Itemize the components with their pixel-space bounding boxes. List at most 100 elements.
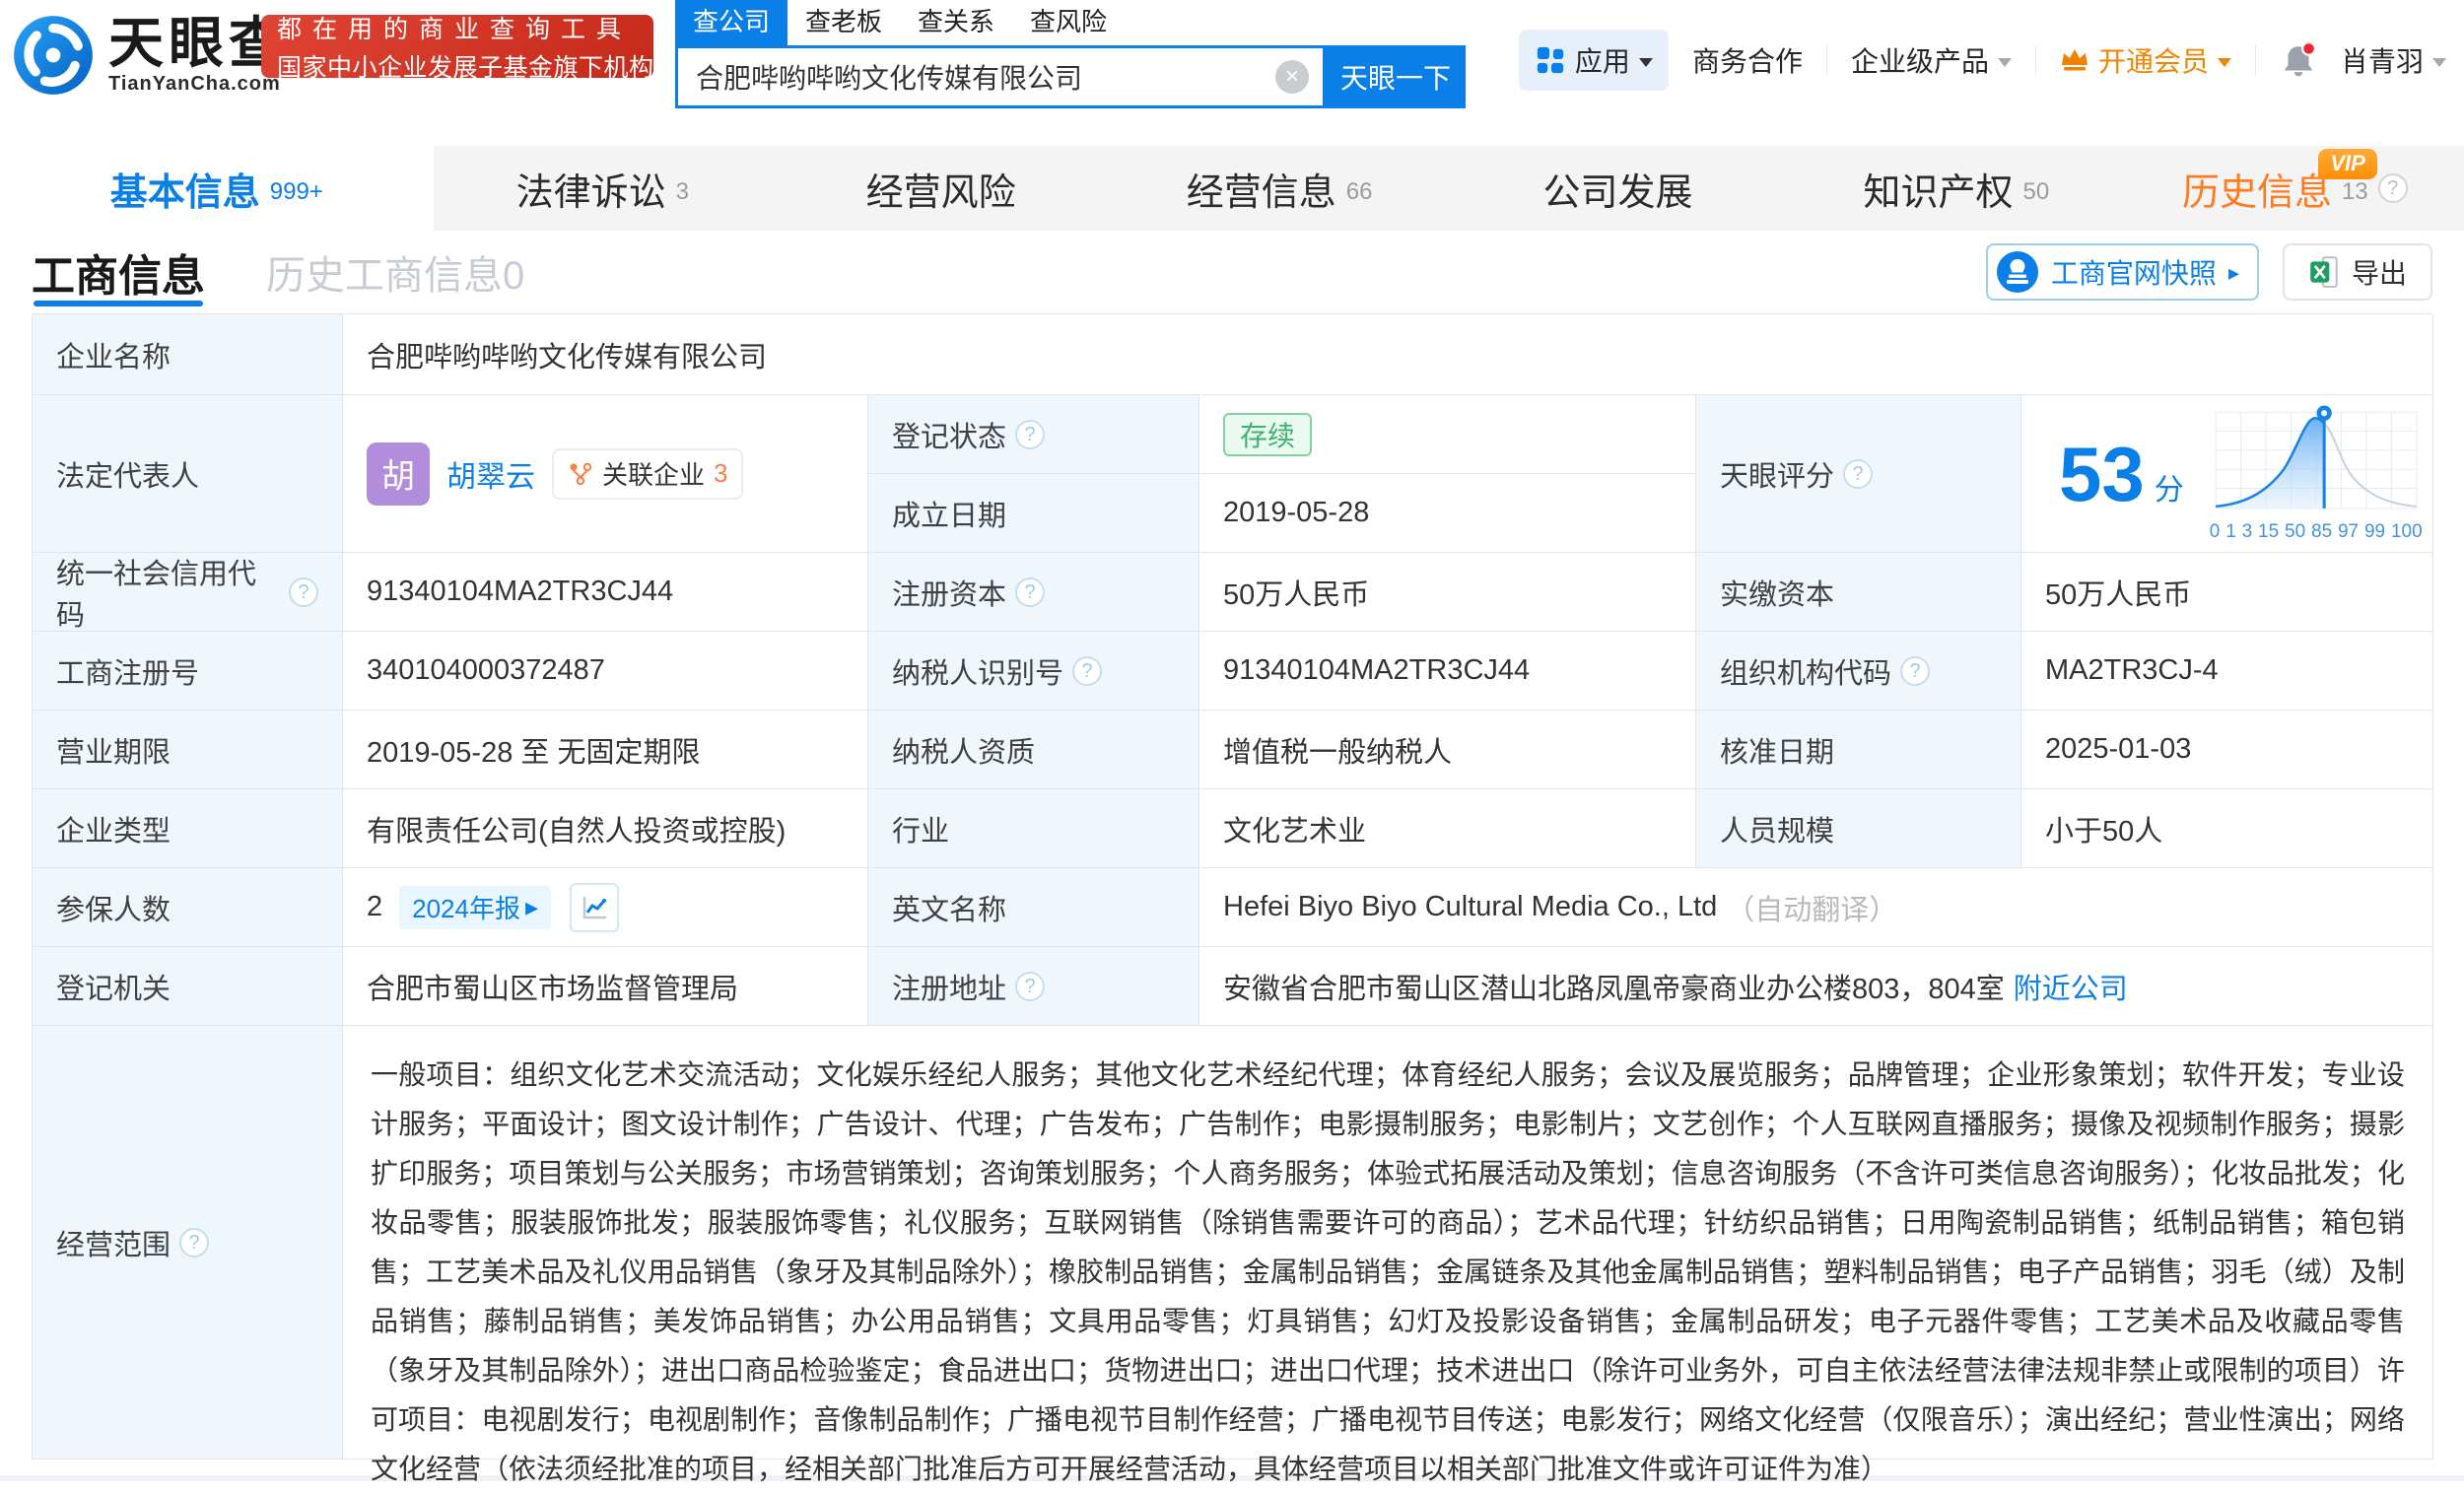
axis-tick: 1 [2225, 521, 2236, 543]
tab-label: 经营风险 [866, 162, 1016, 216]
help-icon[interactable]: ? [2378, 173, 2408, 203]
paid-capital: 50万人民币 [2045, 572, 2191, 613]
search-tab-boss[interactable]: 查老板 [787, 0, 900, 45]
related-companies-badge[interactable]: 关联企业 3 [552, 448, 743, 500]
label-taxpayer-quality: 纳税人资质 [868, 711, 1199, 789]
menu-cooperation[interactable]: 商务合作 [1692, 40, 1803, 80]
label-business-scope: 经营范围 ? [33, 1026, 343, 1460]
score-curve-right [2324, 423, 2417, 507]
search-tab-relation[interactable]: 查关系 [900, 0, 1012, 45]
tab-legal-litigation[interactable]: 法律诉讼 3 [434, 146, 772, 231]
value-taxpayer-id: 91340104MA2TR3CJ44 [1199, 632, 1696, 711]
label-text: 统一社会信用代码 [56, 551, 280, 634]
tab-basic-info[interactable]: 基本信息 999+ [0, 146, 434, 231]
search-button[interactable]: 天眼一下 [1326, 45, 1466, 108]
apps-menu[interactable]: 应用 [1519, 30, 1669, 91]
avatar[interactable]: 胡 [367, 442, 430, 506]
divider [2255, 45, 2256, 75]
label-tyc-score: 天眼评分 ? [1696, 395, 2021, 553]
label-paid-capital: 实缴资本 [1696, 553, 2021, 632]
label-text: 参保人数 [56, 887, 171, 928]
enterprise-label: 企业级产品 [1851, 40, 1989, 80]
promo-banner: 都在用的商业查询工具 国家中小企业发展子基金旗下机构 [261, 15, 653, 78]
value-credit-code: 91340104MA2TR3CJ44 [343, 553, 868, 632]
insured-trend-button[interactable] [570, 883, 619, 932]
annual-report-badge[interactable]: 2024年报 ▸ [399, 886, 551, 929]
apps-grid-icon [1535, 44, 1566, 76]
company-info-table: 企业名称 合肥哔哟哔哟文化传媒有限公司 法定代表人 胡 胡翠云 关联企业 3 登… [32, 313, 2432, 1460]
label-text: 天眼评分 [1720, 453, 1834, 495]
label-company-name: 企业名称 [33, 314, 343, 395]
organization-code: MA2TR3CJ-4 [2045, 654, 2219, 687]
menu-enterprise[interactable]: 企业级产品 [1851, 40, 2012, 80]
value-registration-authority: 合肥市蜀山区市场监督管理局 [343, 947, 868, 1026]
open-vip-menu[interactable]: 开通会员 [2060, 40, 2231, 80]
export-label: 导出 [2352, 252, 2407, 292]
chevron-down-icon [2218, 58, 2231, 67]
value-tyc-score: 53 分 [2021, 395, 2433, 553]
tab-operating-info[interactable]: 经营信息 66 [1110, 146, 1448, 231]
score-distribution-chart [2210, 404, 2423, 512]
tab-operating-risk[interactable]: 经营风险 [772, 146, 1110, 231]
value-english-name: Hefei Biyo Biyo Cultural Media Co., Ltd … [1199, 868, 2433, 947]
legal-rep-link[interactable]: 胡翠云 [446, 452, 535, 496]
value-industry: 文化艺术业 [1199, 789, 1696, 868]
axis-tick: 97 [2338, 521, 2359, 543]
notification-dot [2302, 42, 2315, 55]
vip-badge: VIP [2318, 149, 2376, 179]
snapshot-label: 工商官网快照 [2051, 252, 2217, 292]
export-button[interactable]: 导出 [2283, 243, 2432, 301]
label-text: 成立日期 [892, 493, 1006, 534]
tab-label: 法律诉讼 [516, 162, 666, 216]
chevron-down-icon [2432, 58, 2446, 67]
subtab-history-business-info[interactable]: 历史工商信息0 [266, 231, 524, 313]
search-input[interactable] [696, 61, 1275, 93]
vip-label: 开通会员 [2098, 40, 2209, 80]
label-text: 营业期限 [56, 729, 171, 771]
help-icon[interactable]: ? [1900, 656, 1930, 686]
help-icon[interactable]: ? [289, 577, 318, 607]
label-credit-code: 统一社会信用代码 ? [33, 553, 343, 632]
tab-count: 13 [2342, 178, 2368, 206]
clear-icon[interactable]: × [1275, 60, 1309, 94]
label-taxpayer-id: 纳税人识别号 ? [868, 632, 1199, 711]
top-header: 天眼查 TianYanCha.com 都在用的商业查询工具 国家中小企业发展子基… [0, 0, 2464, 146]
subtab-business-info[interactable]: 工商信息 [32, 231, 205, 313]
axis-tick: 50 [2285, 521, 2305, 543]
insured-count: 2 [367, 891, 382, 923]
help-icon[interactable]: ? [1015, 420, 1045, 449]
help-icon[interactable]: ? [179, 1228, 209, 1257]
registered-capital: 50万人民币 [1223, 572, 1369, 613]
user-menu[interactable]: 肖青羽 [2341, 40, 2446, 80]
tianyancha-logo-icon [12, 14, 95, 97]
value-paid-capital: 50万人民币 [2021, 553, 2433, 632]
tab-company-development[interactable]: 公司发展 [1449, 146, 1787, 231]
label-text: 企业名称 [56, 334, 171, 375]
label-text: 行业 [892, 808, 949, 849]
value-registration-number: 340104000372487 [343, 632, 868, 711]
nearby-companies-link[interactable]: 附近公司 [2014, 966, 2128, 1007]
help-icon[interactable]: ? [1015, 972, 1045, 1001]
help-icon[interactable]: ? [1843, 459, 1873, 489]
label-staff-size: 人员规模 [1696, 789, 2021, 868]
axis-tick: 100 [2391, 521, 2423, 543]
score-unit: 分 [2155, 465, 2184, 509]
value-staff-size: 小于50人 [2021, 789, 2433, 868]
search-tab-company[interactable]: 查公司 [675, 0, 787, 45]
label-text: 登记状态 [892, 414, 1006, 455]
label-registered-address: 注册地址 ? [868, 947, 1199, 1026]
value-establish-date: 2019-05-28 [1199, 474, 1696, 553]
notification-bell[interactable] [2280, 41, 2317, 79]
action-buttons: 工商官网快照 ▸ 导出 [1986, 243, 2432, 301]
tab-history-info[interactable]: VIP 历史信息 13 ? [2126, 146, 2464, 231]
label-english-name: 英文名称 [868, 868, 1199, 947]
help-icon[interactable]: ? [1072, 656, 1102, 686]
search-tab-risk[interactable]: 查风险 [1012, 0, 1125, 45]
official-snapshot-button[interactable]: 工商官网快照 ▸ [1986, 243, 2259, 301]
tab-intellectual-property[interactable]: 知识产权 50 [1787, 146, 2125, 231]
search-area: 查公司 查老板 查关系 查风险 × 天眼一下 [675, 2, 1466, 108]
value-business-term: 2019-05-28 至 无固定期限 [343, 711, 868, 789]
help-icon[interactable]: ? [1015, 577, 1045, 607]
logo[interactable]: 天眼查 TianYanCha.com [12, 14, 289, 97]
value-business-scope: 一般项目：组织文化艺术交流活动；文化娱乐经纪人服务；其他文化艺术经纪代理；体育经… [343, 1026, 2433, 1460]
